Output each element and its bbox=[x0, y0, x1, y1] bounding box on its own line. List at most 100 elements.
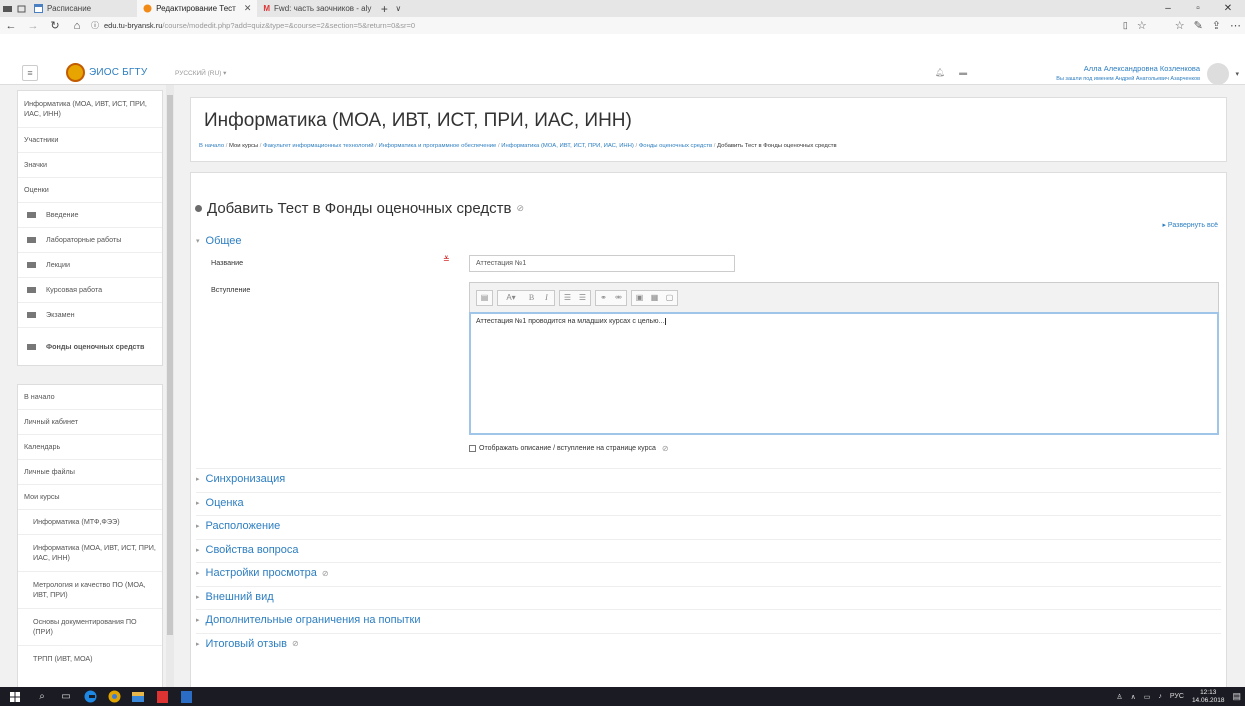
language-menu[interactable]: РУССКИЙ (RU) ▾ bbox=[175, 69, 226, 77]
maximize-button[interactable]: ▫ bbox=[1183, 0, 1213, 17]
section-header[interactable]: ▸ Настройки просмотра ⊘ bbox=[196, 567, 329, 579]
paragraph-style-icon[interactable]: A▾ bbox=[498, 291, 524, 305]
section-header[interactable]: ▸ Расположение bbox=[196, 520, 280, 532]
section-header[interactable]: ▸ Свойства вопроса bbox=[196, 544, 299, 556]
forward-icon[interactable]: → bbox=[22, 17, 44, 34]
user-menu[interactable]: Алла Александровна Козленкова Вы зашли п… bbox=[1056, 63, 1200, 85]
checkbox-box[interactable] bbox=[469, 445, 476, 452]
image-icon[interactable]: ▣ bbox=[632, 291, 647, 305]
bold-icon[interactable]: B bbox=[524, 291, 539, 305]
notifications-icon[interactable]: 🔔︎ bbox=[935, 68, 945, 77]
tab-actions-icon[interactable] bbox=[0, 0, 14, 17]
help-icon[interactable]: ⊘ bbox=[516, 203, 524, 214]
task-view-icon[interactable]: ▭ bbox=[54, 687, 78, 706]
home-icon[interactable]: ⌂ bbox=[66, 17, 88, 34]
input-language[interactable]: РУС bbox=[1170, 693, 1184, 700]
clock[interactable]: 12:13 14.06.2018 bbox=[1192, 689, 1225, 705]
file-manager-icon[interactable]: ▢ bbox=[662, 291, 677, 305]
sidebar-item[interactable]: Лабораторные работы bbox=[18, 228, 162, 253]
unlink-icon[interactable]: ⚮ bbox=[611, 291, 626, 305]
sidebar-item[interactable]: Информатика (МТФ,ФЭЭ) bbox=[18, 510, 162, 535]
chevron-down-icon[interactable]: ▾ bbox=[1235, 70, 1239, 78]
explorer-icon[interactable] bbox=[126, 687, 150, 706]
sidebar-item[interactable]: Метрология и качество ПО (МОА, ИВТ, ПРИ) bbox=[18, 572, 162, 609]
messages-icon[interactable]: ▬ bbox=[959, 68, 967, 77]
site-name[interactable]: ЭИОС БГТУ bbox=[89, 67, 147, 78]
sidebar-item[interactable]: Экзамен bbox=[18, 303, 162, 328]
site-logo[interactable] bbox=[66, 63, 85, 82]
help-icon[interactable]: ⊘ bbox=[292, 639, 299, 648]
pdf-icon[interactable] bbox=[150, 687, 174, 706]
pen-icon[interactable]: ✎ bbox=[1194, 19, 1203, 32]
back-icon[interactable]: ← bbox=[0, 17, 22, 34]
sidebar-item[interactable]: Календарь bbox=[18, 435, 162, 460]
word-icon[interactable] bbox=[174, 687, 198, 706]
sidebar-item[interactable]: Введение bbox=[18, 203, 162, 228]
people-icon[interactable]: ♙ bbox=[1116, 693, 1122, 701]
sidebar-item[interactable]: Участники bbox=[18, 128, 162, 153]
url-field[interactable]: edu.tu-bryansk.ru/course/modedit.php?add… bbox=[104, 21, 415, 30]
media-icon[interactable]: ▦ bbox=[647, 291, 662, 305]
tab-back-icon[interactable] bbox=[14, 0, 28, 17]
close-tab-icon[interactable]: ✕ bbox=[244, 3, 252, 14]
sidebar-item[interactable]: В начало bbox=[18, 385, 162, 410]
new-tab-button[interactable]: + bbox=[377, 2, 391, 16]
section-header[interactable]: ▸ Оценка bbox=[196, 497, 244, 509]
favorites-list-icon[interactable]: ☆ bbox=[1175, 19, 1185, 32]
breadcrumb-item[interactable]: Факультет информационных технологий bbox=[263, 143, 373, 149]
notification-center-icon[interactable]: ▤ bbox=[1232, 691, 1241, 702]
tab-mail[interactable]: M Fwd: часть заочников - aly bbox=[257, 0, 377, 17]
breadcrumb-item[interactable]: Информатика и программное обеспечение bbox=[378, 143, 496, 149]
info-icon[interactable]: ⓘ bbox=[88, 17, 102, 34]
sidebar-item[interactable]: Курсовая работа bbox=[18, 278, 162, 303]
breadcrumb-item[interactable]: Фонды оценочных средств bbox=[639, 143, 712, 149]
help-icon[interactable]: ⊘ bbox=[322, 569, 329, 578]
section-header[interactable]: ▸ Синхронизация bbox=[196, 473, 285, 485]
breadcrumb-item[interactable]: Информатика (МОА, ИВТ, ИСТ, ПРИ, ИАС, ИН… bbox=[501, 143, 634, 149]
close-window-button[interactable]: ✕ bbox=[1213, 0, 1243, 17]
favorite-star-icon[interactable]: ☆ bbox=[1137, 19, 1147, 32]
tab-list-chevron-icon[interactable]: ∨ bbox=[391, 4, 405, 13]
sidebar-item[interactable]: Мои курсы bbox=[18, 485, 162, 510]
italic-icon[interactable]: I bbox=[539, 291, 554, 305]
sidebar-item[interactable]: ТРПП (ИВТ, МОА) bbox=[18, 646, 162, 671]
section-general[interactable]: ▾ Общее bbox=[196, 235, 242, 247]
expand-all-link[interactable]: ▸ Развернуть всё bbox=[1162, 221, 1218, 229]
breadcrumb-item[interactable]: В начало bbox=[199, 143, 224, 149]
chrome-icon[interactable] bbox=[102, 687, 126, 706]
reading-view-icon[interactable]: ▯ bbox=[1123, 20, 1128, 31]
tray-chevron-icon[interactable]: ∧ bbox=[1131, 693, 1136, 701]
start-icon[interactable] bbox=[0, 687, 30, 706]
sidebar-item[interactable]: Оценки bbox=[18, 178, 162, 203]
network-icon[interactable]: ▭ bbox=[1144, 693, 1151, 701]
bullet-list-icon[interactable]: ☰ bbox=[560, 291, 575, 305]
sidebar-item[interactable]: Информатика (МОА, ИВТ, ИСТ, ПРИ, ИАС, ИН… bbox=[18, 91, 162, 128]
sidebar-item[interactable]: Основы документирования ПО (ПРИ) bbox=[18, 609, 162, 646]
section-header[interactable]: ▸ Дополнительные ограничения на попытки bbox=[196, 614, 421, 626]
section-header[interactable]: ▸ Внешний вид bbox=[196, 591, 274, 603]
sidebar-scrollbar[interactable] bbox=[166, 85, 174, 687]
sidebar-item[interactable]: Фонды оценочных средств bbox=[18, 328, 162, 365]
toolbar-toggle-icon[interactable]: ▤ bbox=[477, 291, 492, 305]
share-icon[interactable]: ⇪ bbox=[1212, 19, 1221, 32]
menu-toggle-button[interactable]: ≡ bbox=[22, 65, 38, 81]
refresh-icon[interactable]: ↻ bbox=[44, 17, 66, 34]
tab-schedule[interactable]: Расписание bbox=[28, 0, 97, 17]
avatar[interactable] bbox=[1207, 63, 1229, 85]
link-icon[interactable]: ⚭ bbox=[596, 291, 611, 305]
help-icon[interactable]: ⊘ bbox=[662, 444, 669, 453]
more-icon[interactable]: ⋯ bbox=[1230, 19, 1241, 32]
search-icon[interactable]: ⌕ bbox=[30, 687, 54, 706]
edge-icon[interactable] bbox=[78, 687, 102, 706]
sidebar-item[interactable]: Информатика (МОА, ИВТ, ИСТ, ПРИ, ИАС, ИН… bbox=[18, 535, 162, 572]
numbered-list-icon[interactable]: ☰ bbox=[575, 291, 590, 305]
minimize-button[interactable]: – bbox=[1153, 0, 1183, 17]
tab-edit-test[interactable]: Редактирование Тест ✕ bbox=[137, 0, 258, 17]
sidebar-item[interactable]: Личные файлы bbox=[18, 460, 162, 485]
sidebar-item[interactable]: Лекции bbox=[18, 253, 162, 278]
section-header[interactable]: ▸ Итоговый отзыв ⊘ bbox=[196, 638, 299, 650]
volume-icon[interactable]: ♪ bbox=[1158, 693, 1162, 700]
show-description-checkbox[interactable]: Отображать описание / вступление на стра… bbox=[469, 444, 669, 453]
sidebar-item[interactable]: Личный кабинет bbox=[18, 410, 162, 435]
name-input[interactable]: Аттестация №1 bbox=[469, 255, 735, 272]
